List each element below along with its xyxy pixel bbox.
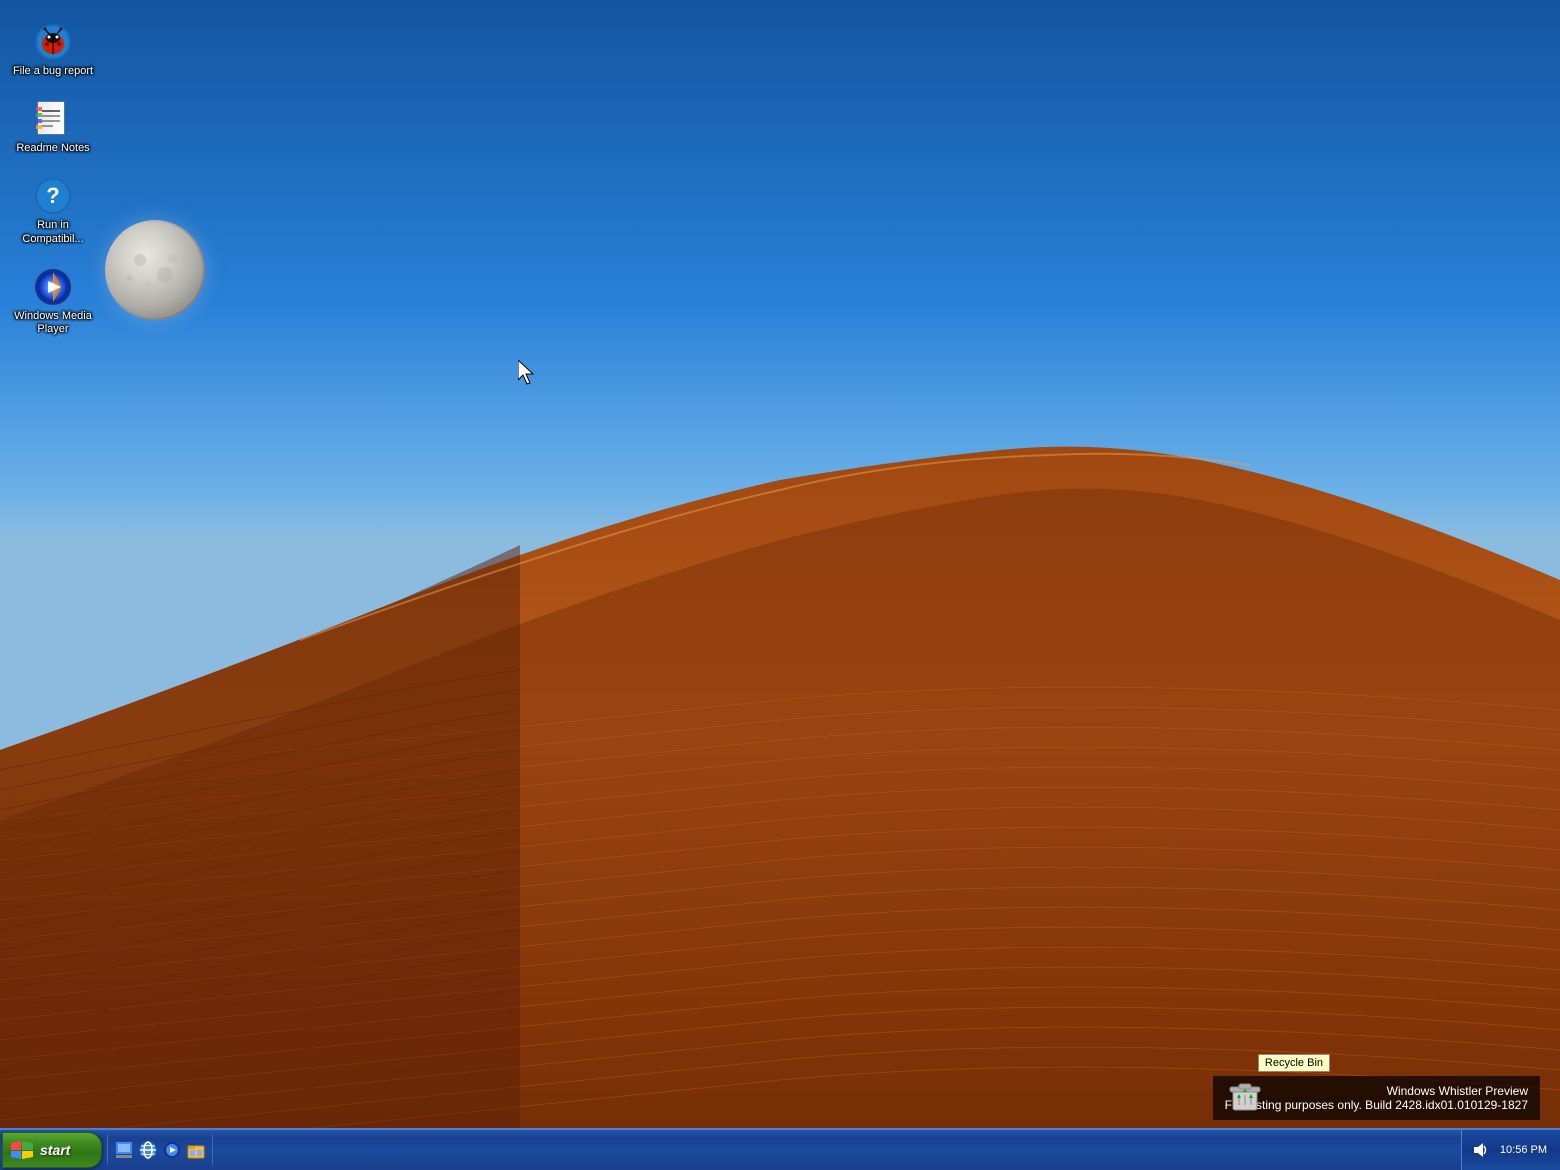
quick-launch-show-desktop[interactable] <box>113 1139 135 1161</box>
windows-logo <box>9 1137 35 1163</box>
run-compat-label: Run in Compatibil... <box>12 219 94 245</box>
svg-text:?: ? <box>46 183 59 208</box>
recycle-bin-tooltip-label: Recycle Bin <box>1265 1057 1323 1069</box>
system-tray: 10:56 PM <box>1461 1130 1560 1170</box>
dune-overlay <box>0 0 1560 1170</box>
desktop: File a bug report <box>0 0 1560 1170</box>
file-bug-report-icon[interactable]: File a bug report <box>8 18 98 82</box>
quick-launch <box>107 1135 213 1165</box>
quick-launch-explorer[interactable] <box>185 1139 207 1161</box>
start-button[interactable]: start <box>2 1132 102 1168</box>
recycle-bin-desktop[interactable] <box>1225 1075 1265 1115</box>
readme-notes-label: Readme Notes <box>16 142 89 155</box>
quick-launch-wmp[interactable] <box>161 1139 183 1161</box>
file-bug-report-label: File a bug report <box>13 65 93 78</box>
notification-subtitle: For testing purposes only. Build 2428.id… <box>1225 1098 1528 1112</box>
volume-icon[interactable] <box>1470 1140 1490 1160</box>
recycle-bin-tooltip: Recycle Bin <box>1258 1054 1330 1072</box>
run-compat-icon[interactable]: ? Run in Compatibil... <box>8 172 98 249</box>
wmp-image <box>33 267 73 307</box>
taskbar: start <box>0 1128 1560 1170</box>
system-clock[interactable]: 10:56 PM <box>1495 1142 1552 1158</box>
moon <box>105 220 205 320</box>
readme-image <box>33 99 73 139</box>
notification-title: Windows Whistler Preview <box>1225 1084 1528 1098</box>
readme-notes-icon[interactable]: Readme Notes <box>8 95 98 159</box>
quick-launch-ie[interactable] <box>137 1139 159 1161</box>
start-label: start <box>40 1142 70 1158</box>
bug-report-image <box>33 22 73 62</box>
desktop-icons: File a bug report <box>0 10 106 356</box>
recycle-bin-icon <box>1225 1075 1265 1115</box>
compat-image: ? <box>33 176 73 216</box>
windows-media-player-icon[interactable]: Windows Media Player <box>8 263 98 340</box>
wmp-label: Windows Media Player <box>12 310 94 336</box>
